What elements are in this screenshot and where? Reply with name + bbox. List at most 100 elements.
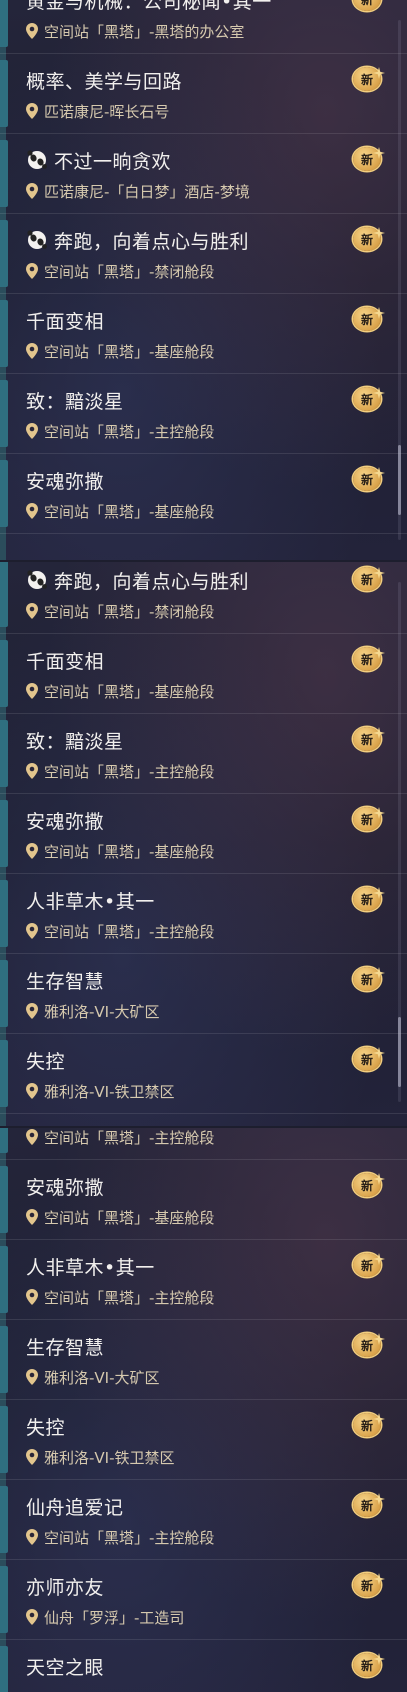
- quest-title: 致：黯淡星: [26, 390, 124, 413]
- quest-title: 失控: [26, 1050, 66, 1073]
- new-badge-label: 新: [360, 232, 373, 247]
- quest-location: 空间站「黑塔」-主控舱段: [44, 422, 215, 441]
- new-badge: 新: [353, 564, 385, 592]
- sparkle-icon: [373, 64, 385, 79]
- new-badge: 新: [353, 1330, 385, 1358]
- sparkle-icon: [373, 1044, 385, 1059]
- new-badge: 新: [353, 964, 385, 992]
- sparkle-icon: [373, 644, 385, 659]
- quest-location-row: 空间站「黑塔」-主控舱段: [26, 421, 214, 441]
- new-badge: 新: [353, 384, 385, 412]
- new-badge: 新: [353, 644, 385, 672]
- new-badge-label: 新: [360, 732, 373, 747]
- quest-list-item[interactable]: 安魂弥撒 空间站「黑塔」-基座舱段 新: [0, 794, 407, 874]
- new-badge: 新: [353, 724, 385, 752]
- quest-list-item[interactable]: 空间站「黑塔」-主控舱段新: [0, 1128, 407, 1160]
- location-pin-icon: [26, 1609, 38, 1625]
- quest-title: 不过一晌贪欢: [54, 150, 172, 173]
- quest-list-item[interactable]: 安魂弥撒 空间站「黑塔」-基座舱段 新: [0, 1160, 407, 1240]
- quest-title: 天空之眼: [26, 1656, 105, 1679]
- sparkle-icon: [373, 884, 385, 899]
- quest-title: 概率、美学与回路: [26, 70, 183, 93]
- quest-list-item[interactable]: 人非草木•其一 空间站「黑塔」-主控舱段 新: [0, 1240, 407, 1320]
- new-badge: 新: [353, 1570, 385, 1598]
- quest-list-item[interactable]: 失控雅利洛-VI-铁卫禁区 新: [0, 1034, 407, 1114]
- new-badge: 新: [353, 304, 385, 332]
- panda-icon: [26, 229, 48, 251]
- location-pin-icon: [26, 423, 38, 439]
- quest-location: 空间站「黑塔」-禁闭舱段: [44, 602, 215, 621]
- quest-title-row: 安魂弥撒: [26, 466, 104, 494]
- quest-title-row: 安魂弥撒: [26, 1172, 104, 1200]
- quest-list-item[interactable]: 生存智慧 雅利洛-VI-大矿区 新: [0, 954, 407, 1034]
- sparkle-icon: [373, 1650, 385, 1665]
- quest-location: 空间站「黑塔」-基座舱段: [44, 342, 215, 361]
- quest-list-item[interactable]: 人非草木•其一 空间站「黑塔」-主控舱段 新: [0, 874, 407, 954]
- new-badge: 新: [353, 1650, 385, 1678]
- row-accent-bar: [0, 960, 8, 1027]
- quest-list-item[interactable]: 生存智慧 雅利洛-VI-大矿区 新: [0, 1320, 407, 1400]
- quest-list-item[interactable]: 概率、美学与回路 匹诺康尼-晖长石号 新: [0, 54, 407, 134]
- row-accent-bar: [0, 562, 8, 627]
- row-accent-bar: [0, 1486, 8, 1553]
- quest-title-row: 天空之眼: [26, 1652, 104, 1680]
- quest-location-row: 空间站「黑塔」-主控舱段: [26, 1128, 214, 1147]
- quest-location: 空间站「黑塔」-基座舱段: [44, 1208, 215, 1227]
- quest-title: 千面变相: [26, 310, 105, 333]
- row-accent-bar: [0, 300, 8, 367]
- quest-title: 仙舟追爱记: [26, 1496, 124, 1519]
- quest-location: 空间站「黑塔」-基座舱段: [44, 842, 215, 861]
- quest-title-row: 奔跑，向着点心与胜利: [26, 566, 249, 594]
- row-accent-bar: [0, 1246, 8, 1313]
- row-accent-bar: [0, 1566, 8, 1633]
- quest-list-item[interactable]: 奔跑，向着点心与胜利空间站「黑塔」-禁闭舱段 新: [0, 562, 407, 634]
- quest-list-panel-1[interactable]: 黄金与机械：公司秘闻•其一空间站「黑塔」-黑塔的办公室新概率、美学与回路匹诺康尼…: [0, 0, 407, 560]
- quest-title-row: 人非草木•其一: [26, 1252, 155, 1280]
- new-badge-label: 新: [360, 892, 373, 907]
- quest-title: 生存智慧: [26, 1336, 105, 1359]
- quest-location-row: 雅利洛-VI-铁卫禁区: [26, 1081, 175, 1101]
- location-pin-icon: [26, 103, 38, 119]
- location-pin-icon: [26, 603, 38, 619]
- location-pin-icon: [26, 263, 38, 279]
- quest-location: 雅利洛-VI-大矿区: [44, 1002, 160, 1021]
- quest-title-row: 致：黯淡星: [26, 726, 124, 754]
- quest-list-item[interactable]: 千面变相空间站「黑塔」-基座舱段 新: [0, 294, 407, 374]
- quest-list-item[interactable]: 致：黯淡星空间站「黑塔」-主控舱段 新: [0, 374, 407, 454]
- quest-list-item[interactable]: 黄金与机械：公司秘闻•其一空间站「黑塔」-黑塔的办公室 新: [0, 0, 407, 54]
- scrollbar[interactable]: [398, 1017, 401, 1087]
- new-badge-label: 新: [360, 652, 373, 667]
- new-badge: 新: [353, 224, 385, 252]
- row-accent-bar: [0, 1406, 8, 1473]
- scrollbar[interactable]: [398, 445, 401, 515]
- quest-list-panel-2[interactable]: 奔跑，向着点心与胜利 空间站「黑塔」-禁闭舱段新千面变相 空间站「黑塔」-基座舱段新…: [0, 562, 407, 1126]
- quest-list-item[interactable]: 奔跑，向着点心与胜利 空间站「黑塔」-禁闭舱段 新: [0, 214, 407, 294]
- quest-list-item[interactable]: 仙舟追爱记 空间站「黑塔」-主控舱段 新: [0, 1480, 407, 1560]
- quest-title-row: 仙舟追爱记: [26, 1492, 124, 1520]
- row-accent-bar: [0, 220, 8, 287]
- quest-list-item[interactable]: 天空之眼 新: [0, 1640, 407, 1692]
- quest-location-row: 空间站「黑塔」-基座舱段: [26, 341, 214, 361]
- quest-title-row: 奔跑，向着点心与胜利: [26, 226, 249, 254]
- quest-list-item[interactable]: 亦师亦友 仙舟「罗浮」-工造司 新: [0, 1560, 407, 1640]
- row-accent-bar: [0, 460, 8, 527]
- new-badge-label: 新: [360, 1052, 373, 1067]
- new-badge: 新: [353, 464, 385, 492]
- sparkle-icon: [373, 964, 385, 979]
- quest-list-panel-3[interactable]: 空间站「黑塔」-主控舱段新安魂弥撒空间站「黑塔」-基座舱段新人非草木•其一空间站…: [0, 1128, 407, 1692]
- quest-list-item[interactable]: 千面变相 空间站「黑塔」-基座舱段 新: [0, 634, 407, 714]
- quest-location-row: 空间站「黑塔」-禁闭舱段: [26, 601, 214, 621]
- quest-list-item[interactable]: 安魂弥撒 空间站「黑塔」-基座舱段 新: [0, 454, 407, 534]
- row-accent-bar: [0, 140, 8, 207]
- sparkle-icon: [373, 304, 385, 319]
- quest-title-row: 致：黯淡星: [26, 386, 124, 414]
- row-accent-bar: [0, 380, 8, 447]
- location-pin-icon: [26, 503, 38, 519]
- quest-title: 奔跑，向着点心与胜利: [54, 230, 250, 253]
- quest-list-item[interactable]: 失控 雅利洛-VI-铁卫禁区 新: [0, 1400, 407, 1480]
- quest-location-row: 雅利洛-VI-大矿区: [26, 1001, 160, 1021]
- quest-list-item[interactable]: 致：黯淡星 空间站「黑塔」-主控舱段 新: [0, 714, 407, 794]
- sparkle-icon: [373, 224, 385, 239]
- panda-icon: [26, 569, 48, 591]
- quest-list-item[interactable]: 不过一晌贪欢 匹诺康尼-「白日梦」酒店-梦境 新: [0, 134, 407, 214]
